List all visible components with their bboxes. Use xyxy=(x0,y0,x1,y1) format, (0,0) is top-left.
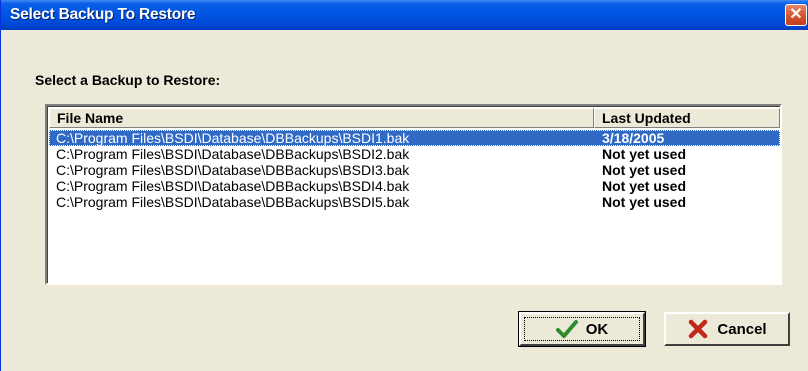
last-updated-cell: Not yet used xyxy=(602,162,687,178)
window-title: Select Backup To Restore xyxy=(10,6,196,23)
cancel-button-content: Cancel xyxy=(666,314,788,344)
ok-button[interactable]: OK xyxy=(518,311,646,347)
last-updated-cell: Not yet used xyxy=(602,146,687,162)
file-name-cell: C:\Program Files\BSDI\Database\DBBackups… xyxy=(56,146,410,162)
cancel-button-label: Cancel xyxy=(717,320,767,338)
close-icon: ✕ xyxy=(789,6,803,23)
ok-button-content: OK xyxy=(521,314,643,344)
backup-list[interactable]: File Name Last Updated C:\Program Files\… xyxy=(45,104,782,285)
list-item[interactable]: C:\Program Files\BSDI\Database\DBBackups… xyxy=(49,146,780,162)
list-item[interactable]: C:\Program Files\BSDI\Database\DBBackups… xyxy=(49,178,780,194)
file-name-cell: C:\Program Files\BSDI\Database\DBBackups… xyxy=(56,178,410,194)
column-header-last-updated[interactable]: Last Updated xyxy=(594,108,780,128)
last-updated-cell: Not yet used xyxy=(602,194,687,210)
x-mark-icon xyxy=(689,319,708,339)
list-header: File Name Last Updated xyxy=(49,108,780,128)
title-bar[interactable]: Select Backup To Restore ✕ xyxy=(1,0,808,30)
column-header-file-name[interactable]: File Name xyxy=(49,108,594,128)
close-button[interactable]: ✕ xyxy=(785,4,807,26)
ok-button-label: OK xyxy=(585,320,609,338)
last-updated-cell: 3/18/2005 xyxy=(602,130,665,146)
list-item[interactable]: C:\Program Files\BSDI\Database\DBBackups… xyxy=(49,194,780,210)
prompt-label: Select a Backup to Restore: xyxy=(35,72,221,88)
file-name-cell: C:\Program Files\BSDI\Database\DBBackups… xyxy=(56,194,410,210)
list-item[interactable]: C:\Program Files\BSDI\Database\DBBackups… xyxy=(49,130,780,146)
list-item[interactable]: C:\Program Files\BSDI\Database\DBBackups… xyxy=(49,162,780,178)
file-name-cell: C:\Program Files\BSDI\Database\DBBackups… xyxy=(56,130,410,146)
list-rows: C:\Program Files\BSDI\Database\DBBackups… xyxy=(49,130,780,210)
file-name-cell: C:\Program Files\BSDI\Database\DBBackups… xyxy=(56,162,410,178)
cancel-button[interactable]: Cancel xyxy=(664,312,790,346)
checkmark-icon xyxy=(555,320,578,338)
dialog-window: Select Backup To Restore ✕ Select a Back… xyxy=(0,0,808,371)
last-updated-cell: Not yet used xyxy=(602,178,687,194)
